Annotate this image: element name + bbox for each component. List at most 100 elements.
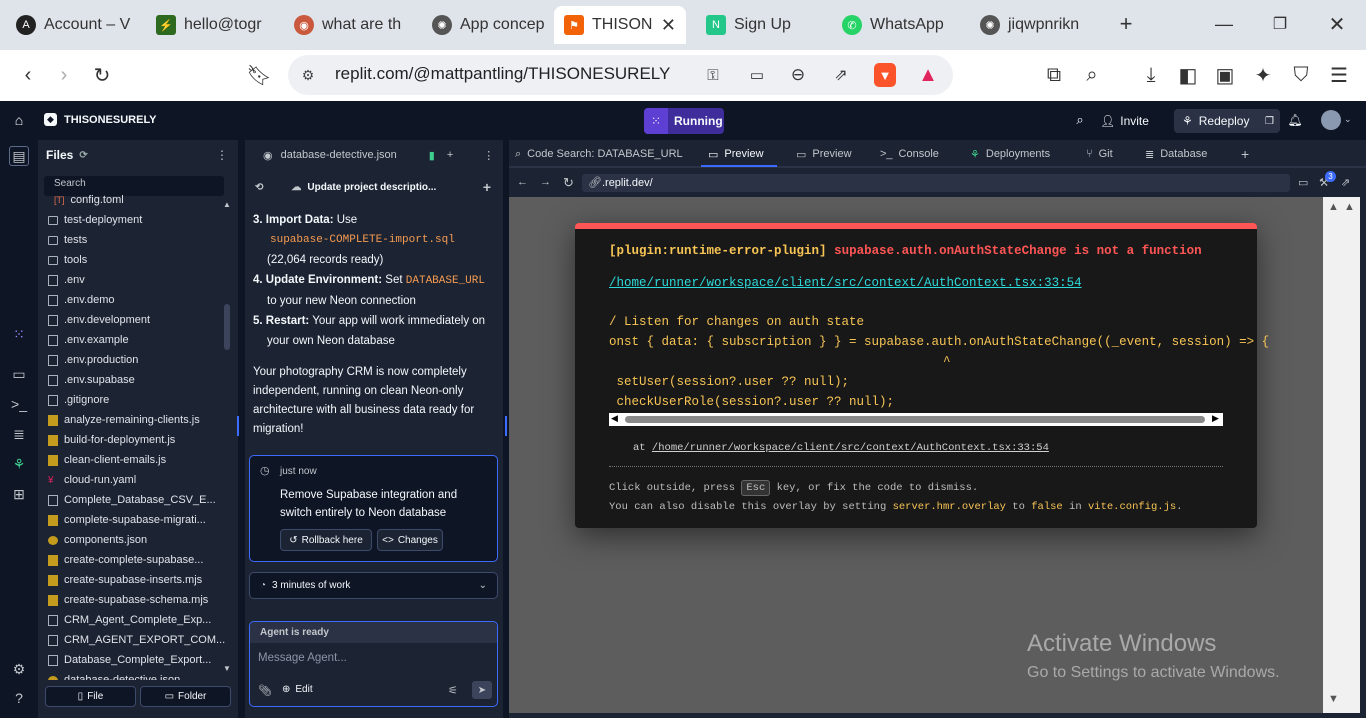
browser-tab-active[interactable]: ⚑ THISON ✕ (554, 6, 686, 44)
file-tree-item[interactable]: .env (48, 270, 228, 290)
file-tab-icon[interactable]: ▮ (429, 149, 435, 162)
new-chat-icon[interactable]: + (483, 179, 491, 195)
menu-icon[interactable]: ☰ (1327, 63, 1351, 87)
preview-tab[interactable]: ⌕ Code Search: DATABASE_URL (515, 143, 683, 165)
preview-tab[interactable]: ⑂ Git (1086, 143, 1113, 165)
file-tree-item[interactable]: Database_Complete_Export... (48, 650, 228, 670)
preview-scrollbar[interactable]: ▲ ▲ ▼ (1323, 197, 1360, 713)
file-tree-item[interactable]: create-supabase-inserts.mjs (48, 570, 228, 590)
close-window-icon[interactable]: ✕ (1325, 12, 1349, 36)
scroll-up-icon[interactable]: ▲ (223, 200, 231, 209)
message-input[interactable]: Message Agent... (258, 652, 490, 672)
scrollbar-thumb[interactable] (224, 304, 230, 350)
download-icon[interactable]: ⤓ (1139, 63, 1163, 87)
install-app-icon[interactable]: ▭ (745, 64, 769, 86)
file-tree-item[interactable]: components.json (48, 530, 228, 550)
files-explorer-icon[interactable]: ▤ (9, 146, 29, 166)
browser-tab[interactable]: ◉ what are th (284, 6, 420, 44)
file-tree-item[interactable]: tools (48, 250, 228, 270)
restore-icon[interactable]: ❐ (1268, 12, 1292, 36)
preview-tab[interactable]: ≣ Database (1145, 143, 1207, 165)
forward-icon[interactable]: › (52, 63, 76, 87)
preview-tab[interactable]: ▭ Preview (708, 143, 764, 165)
preview-tab[interactable]: ⚘ Deployments (970, 143, 1050, 165)
more-options-icon[interactable]: ⋮ (483, 149, 494, 162)
scroll-up-icon[interactable]: ▲ (1344, 201, 1355, 213)
rollback-button[interactable]: ↺ Rollback here (280, 529, 372, 551)
vite-error-overlay[interactable]: [plugin:runtime-error-plugin] supabase.a… (575, 223, 1269, 528)
file-tree-item[interactable]: .env.demo (48, 290, 228, 310)
file-tree-item[interactable]: tests (48, 230, 228, 250)
all-tools-icon[interactable]: ⊞ (9, 484, 29, 504)
file-tree-item[interactable]: .env.supabase (48, 370, 228, 390)
key-icon[interactable]: ⚿ (701, 64, 725, 86)
file-tree-item[interactable]: .env.development (48, 310, 228, 330)
chevron-down-icon[interactable]: ⌄ (1344, 114, 1352, 125)
browser-tab[interactable]: ✺ App concep (422, 6, 552, 44)
back-icon[interactable]: ‹ (16, 63, 40, 87)
file-tree-item[interactable]: build-for-deployment.js (48, 430, 228, 450)
reload-icon[interactable]: ↻ (90, 63, 114, 87)
avatar[interactable] (1321, 110, 1341, 130)
bookmark-icon[interactable]: 🔖︎ (246, 63, 271, 87)
history-icon[interactable]: ⟳ (79, 150, 87, 161)
work-summary-dropdown[interactable]: ◔ 3 minutes of work ⌄ (249, 572, 498, 599)
edit-mode-button[interactable]: ⊕ Edit (282, 684, 313, 695)
redeploy-button[interactable]: ⚘ Redeploy ❐ (1174, 109, 1280, 133)
new-tab-icon[interactable]: + (447, 149, 453, 161)
deploy-icon[interactable]: ⚘ (9, 454, 29, 474)
scroll-left-icon[interactable]: ◀ (611, 413, 618, 424)
home-icon[interactable]: ⌂ (10, 111, 28, 129)
settings-icon[interactable]: ⚙ (9, 659, 29, 679)
scroll-down-icon[interactable]: ▼ (223, 664, 231, 673)
back-icon[interactable]: ← (517, 176, 528, 188)
new-file-button[interactable]: ▯ File (45, 686, 136, 707)
scroll-down-icon[interactable]: ▼ (1328, 693, 1339, 705)
code-scrollbar[interactable]: ◀ ▶ (609, 413, 1223, 426)
changes-button[interactable]: <> Changes (377, 529, 443, 551)
file-tree-item[interactable]: create-complete-supabase... (48, 550, 228, 570)
vpn-icon[interactable]: ⛉ (1289, 63, 1313, 87)
wallet-icon[interactable]: ▣ (1213, 63, 1237, 87)
settings-sliders-icon[interactable]: ⚟ (448, 684, 458, 697)
scrollbar-thumb[interactable] (625, 416, 1205, 423)
brave-rewards-icon[interactable]: ▲ (916, 63, 940, 87)
forward-icon[interactable]: → (540, 176, 551, 188)
error-file-link[interactable]: /home/runner/workspace/client/src/contex… (609, 276, 1082, 290)
scrollbar[interactable]: ▲ ▼ (223, 200, 231, 673)
share-icon[interactable]: ⇗ (829, 64, 853, 86)
send-icon[interactable]: ➤ (472, 681, 492, 699)
browser-tab[interactable]: N Sign Up (696, 6, 830, 44)
browser-tab[interactable]: ✺ jiqwpnrikn (970, 6, 1100, 44)
help-icon[interactable]: ? (9, 688, 29, 708)
sidebar-icon[interactable]: ◧ (1176, 63, 1200, 87)
history-icon[interactable]: ⟲ (255, 182, 263, 193)
project-name[interactable]: THISONESURELY (64, 114, 157, 126)
attach-icon[interactable]: 📎︎ (258, 684, 272, 697)
scroll-up-icon[interactable]: ▲ (1328, 201, 1339, 213)
file-tree-item[interactable]: .gitignore (48, 390, 228, 410)
resize-handle[interactable] (237, 416, 239, 436)
address-bar[interactable]: ⚙ replit.com/@mattpantling/THISONESURELY… (288, 55, 953, 95)
file-tree-item[interactable]: CRM_Agent_Complete_Exp... (48, 610, 228, 630)
more-options-icon[interactable]: ⋮ (216, 148, 228, 162)
file-tree-item[interactable]: clean-client-emails.js (48, 450, 228, 470)
run-status-button[interactable]: ⁙ Running (644, 108, 724, 134)
search-tabs-icon[interactable]: ⌕ (1080, 63, 1104, 87)
terminal-icon[interactable]: >_ (9, 394, 29, 414)
bell-icon[interactable]: 🔔︎ (1287, 112, 1303, 128)
file-tree-item[interactable]: analyze-remaining-clients.js (48, 410, 228, 430)
preview-tab[interactable]: >_ Console (880, 143, 939, 165)
file-tree-item[interactable]: ¥ cloud-run.yaml (48, 470, 228, 490)
zoom-icon[interactable]: ⊖ (786, 64, 810, 86)
open-new-tab-icon[interactable]: ⇗ (1341, 176, 1350, 189)
file-tree-item[interactable]: test-deployment (48, 210, 228, 230)
new-folder-button[interactable]: ▭ Folder (140, 686, 231, 707)
file-tree-item[interactable]: .env.production (48, 350, 228, 370)
leo-ai-icon[interactable]: ✦ (1251, 63, 1275, 87)
search-icon[interactable]: ⌕ (1072, 112, 1088, 128)
resize-handle[interactable] (505, 416, 507, 436)
invite-button[interactable]: 👤︎ Invite (1100, 110, 1149, 132)
browser-tab[interactable]: A Account – V (6, 6, 144, 44)
new-tab-icon[interactable]: + (1114, 11, 1138, 36)
